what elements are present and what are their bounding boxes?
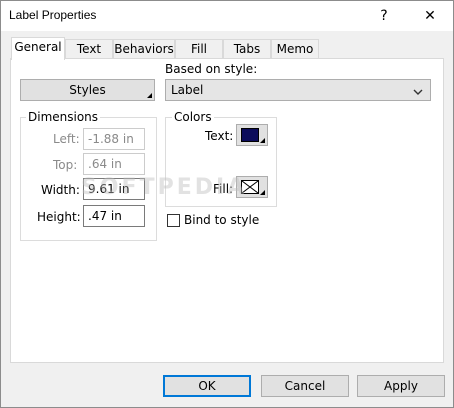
width-label: Width: xyxy=(41,183,80,197)
tab-tabs[interactable]: Tabs xyxy=(223,39,271,58)
menu-arrow-icon xyxy=(260,138,265,143)
left-field: -1.88 in xyxy=(83,128,145,150)
based-on-style-value: Label xyxy=(171,83,204,97)
bind-to-style-label[interactable]: Bind to style xyxy=(184,213,259,227)
top-field: .64 in xyxy=(83,153,145,175)
left-label: Left: xyxy=(53,132,80,146)
title-bar: Label Properties ? ✕ xyxy=(1,1,453,31)
apply-button[interactable]: Apply xyxy=(357,375,445,397)
chevron-down-icon xyxy=(413,85,423,99)
tab-behaviors[interactable]: Behaviors xyxy=(113,39,175,58)
ok-button[interactable]: OK xyxy=(163,375,251,397)
text-color-swatch xyxy=(241,128,259,142)
tab-text[interactable]: Text xyxy=(65,39,113,58)
styles-button-label: Styles xyxy=(69,83,106,97)
tab-memo[interactable]: Memo xyxy=(271,39,319,58)
help-button[interactable]: ? xyxy=(361,1,407,31)
height-field[interactable]: .47 in xyxy=(83,205,145,227)
text-color-label: Text: xyxy=(205,129,234,143)
height-label: Height: xyxy=(37,210,81,224)
close-button[interactable]: ✕ xyxy=(407,1,453,31)
window-title: Label Properties xyxy=(9,8,97,22)
menu-arrow-icon xyxy=(147,93,152,98)
styles-button[interactable]: Styles xyxy=(20,79,155,101)
text-color-button[interactable] xyxy=(236,124,268,146)
tab-fill[interactable]: Fill xyxy=(175,39,223,58)
top-label: Top: xyxy=(53,158,78,172)
bind-to-style-checkbox[interactable] xyxy=(167,214,180,227)
colors-title: Colors xyxy=(172,110,214,124)
cancel-button[interactable]: Cancel xyxy=(261,375,349,397)
softpedia-watermark: SOFTPEDIA xyxy=(81,175,248,200)
tab-general[interactable]: General xyxy=(11,37,65,60)
properties-window: Label Properties ? ✕ General Text Behavi… xyxy=(0,0,454,408)
menu-arrow-icon xyxy=(260,190,265,195)
based-on-style-label: Based on style: xyxy=(165,62,258,76)
based-on-style-select[interactable]: Label xyxy=(165,79,431,101)
dimensions-title: Dimensions xyxy=(26,110,101,124)
